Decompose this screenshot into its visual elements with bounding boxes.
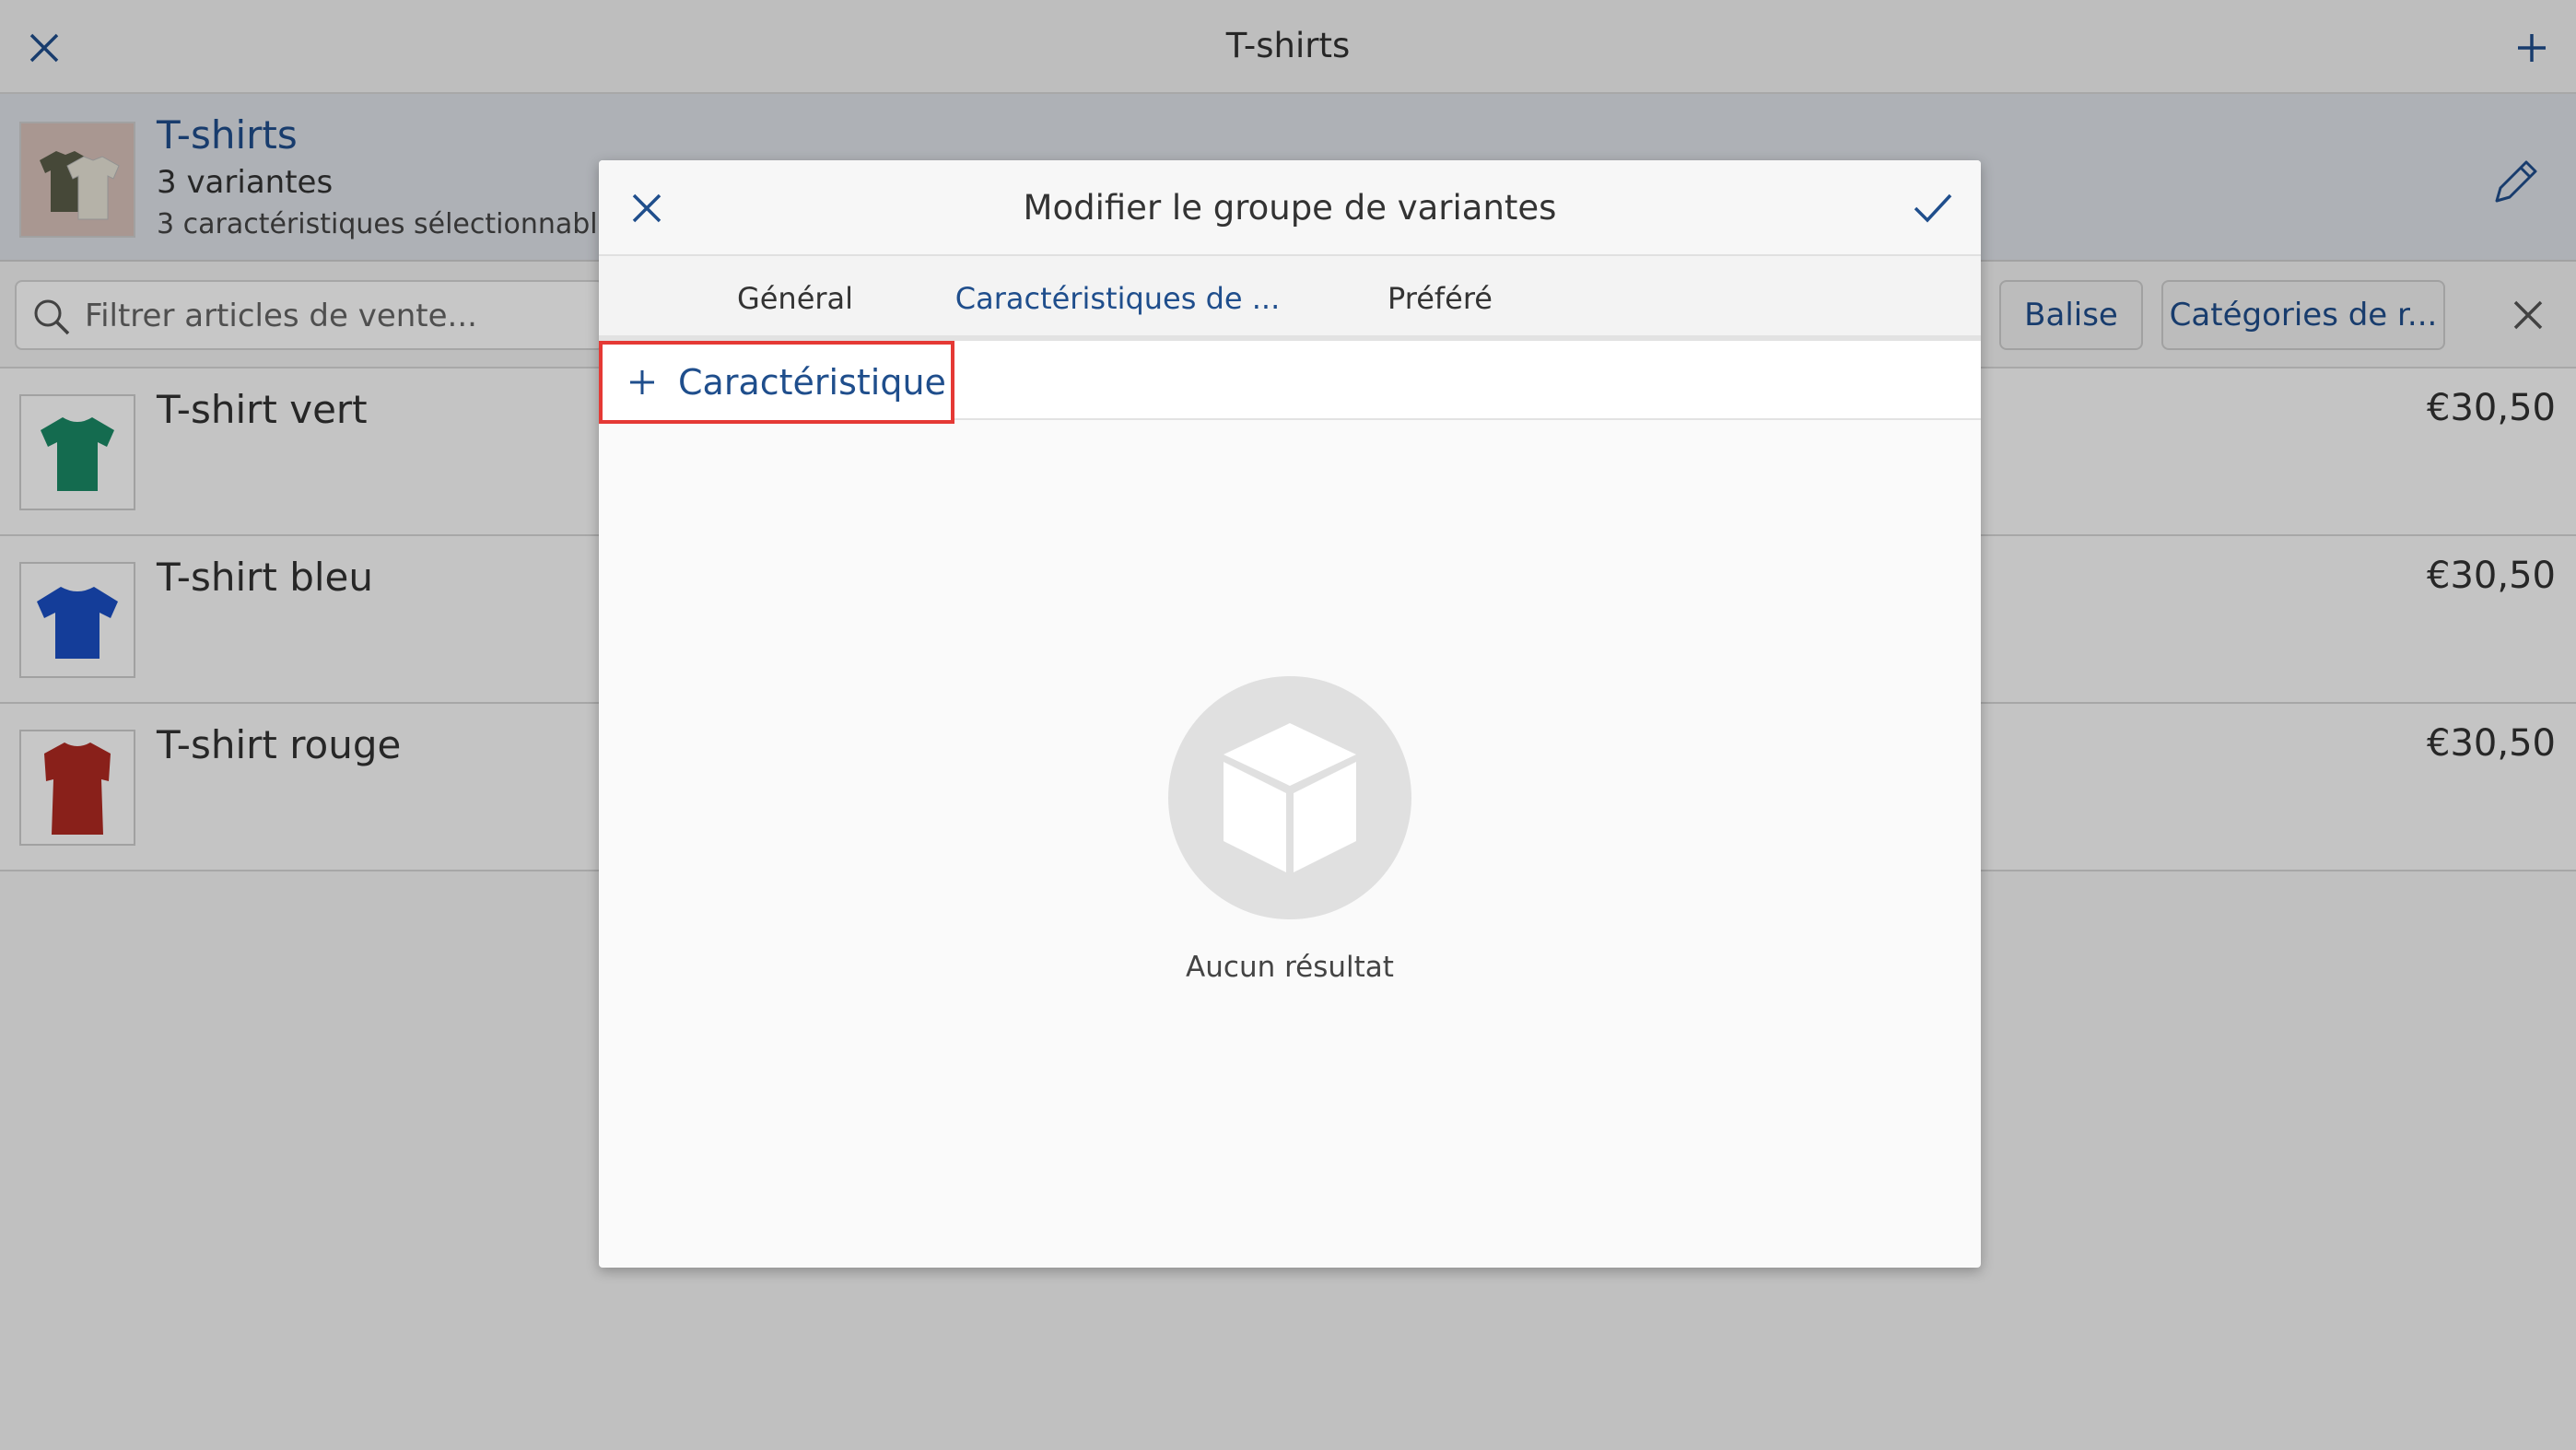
add-characteristic-button[interactable]: Caractéristique <box>599 341 954 424</box>
plus-icon <box>630 370 654 394</box>
add-characteristic-label: Caractéristique <box>678 362 946 403</box>
tab-preferred[interactable]: Préféré <box>1279 256 1601 341</box>
box-icon <box>1168 676 1411 919</box>
empty-state: Aucun résultat <box>599 676 1981 984</box>
checkmark-icon[interactable] <box>1905 181 1961 236</box>
dialog-title: Modifier le groupe de variantes <box>1023 188 1557 228</box>
add-row: Caractéristique <box>599 341 1981 424</box>
tab-general[interactable]: Général <box>634 256 956 341</box>
dialog-tabs: Général Caractéristiques de ... Préféré <box>599 256 1981 346</box>
tab-characteristics[interactable]: Caractéristiques de ... <box>955 256 1280 346</box>
empty-state-text: Aucun résultat <box>1186 951 1394 984</box>
edit-variant-group-dialog: Modifier le groupe de variantes Général … <box>599 160 1981 1268</box>
dialog-header: Modifier le groupe de variantes <box>599 160 1981 256</box>
